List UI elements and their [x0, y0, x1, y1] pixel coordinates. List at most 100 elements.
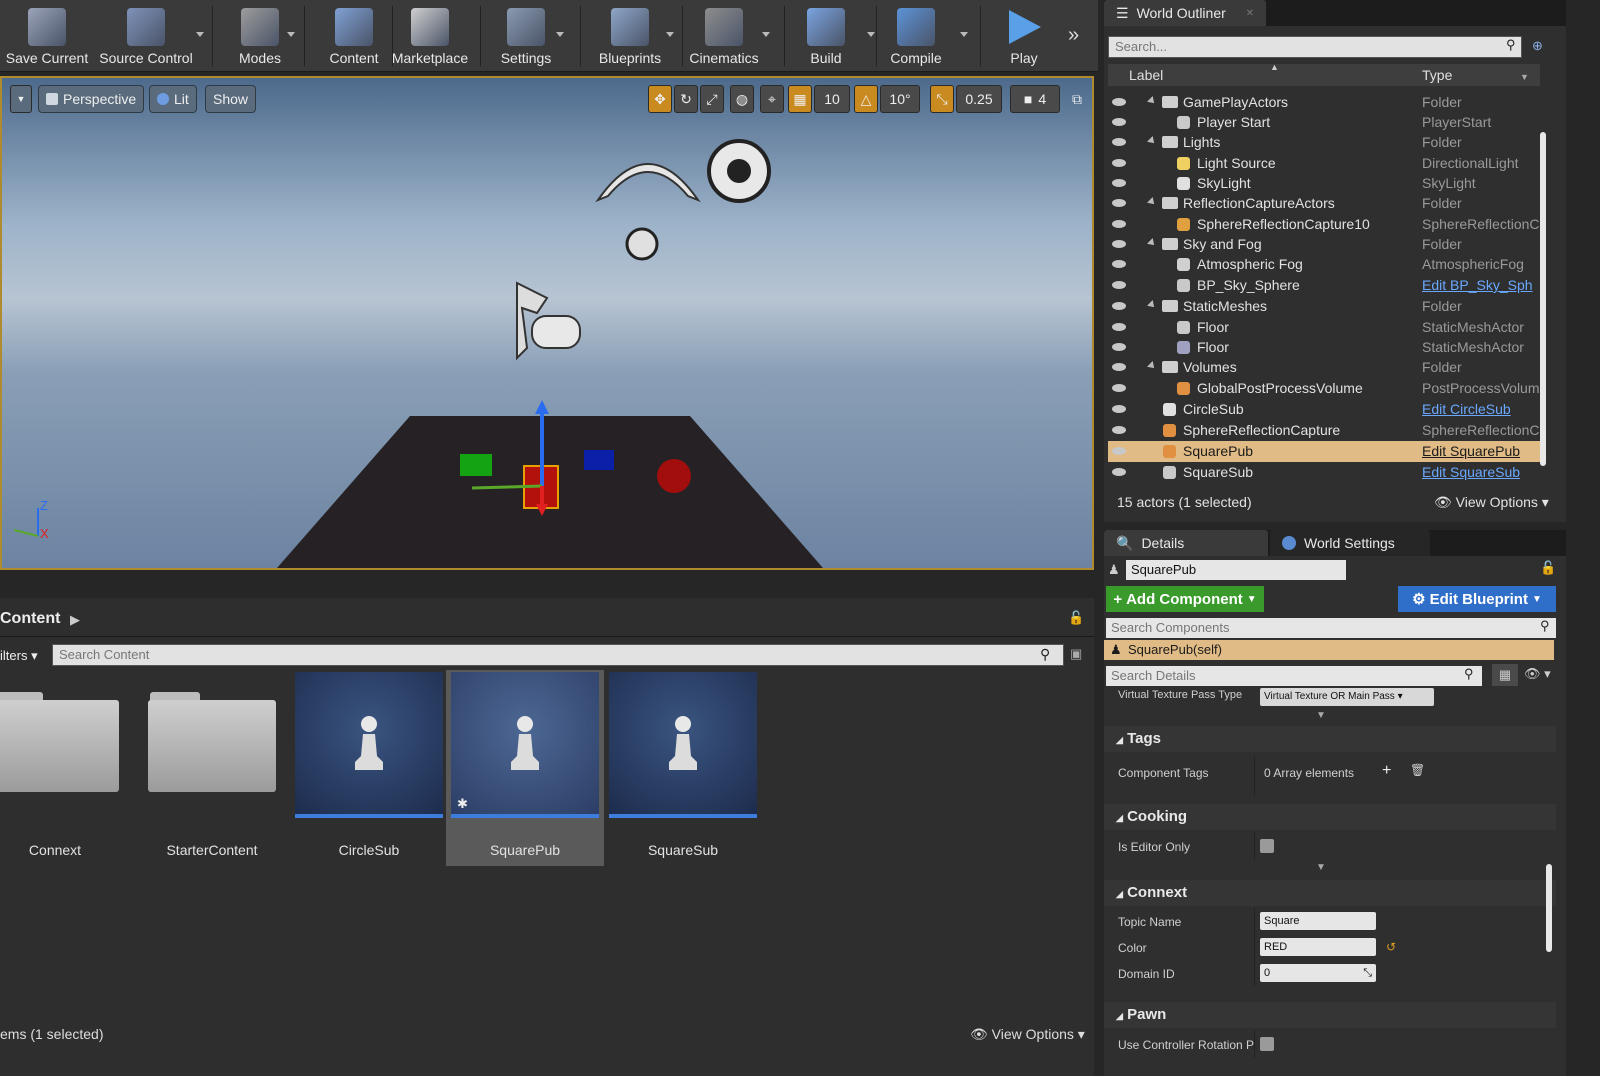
visibility-eye-icon[interactable]: [1112, 138, 1126, 146]
source-control-button[interactable]: Source Control: [96, 0, 196, 72]
search-icon[interactable]: ⚲: [1040, 646, 1050, 663]
tab-world-outliner[interactable]: ☰ World Outliner ✕: [1104, 0, 1267, 26]
dropdown-arrow-icon[interactable]: [762, 32, 770, 37]
visibility-eye-icon[interactable]: [1112, 468, 1126, 476]
outliner-row[interactable]: SquareSub Edit SquareSub: [1108, 462, 1540, 483]
outliner-row[interactable]: Floor StaticMeshActor: [1108, 337, 1540, 358]
outliner-row[interactable]: Light Source DirectionalLight: [1108, 153, 1540, 174]
search-components-input[interactable]: Search Components: [1106, 618, 1556, 638]
expand-arrow-icon[interactable]: [1147, 96, 1157, 106]
edit-blueprint-link[interactable]: Edit SquareSub: [1422, 462, 1540, 482]
content-path[interactable]: Content: [0, 610, 60, 628]
outliner-search-icon[interactable]: ⚲: [1506, 37, 1516, 53]
visibility-eye-icon[interactable]: [1112, 426, 1126, 434]
outliner-scrollbar[interactable]: [1540, 132, 1546, 466]
visibility-eye-icon[interactable]: [1112, 199, 1126, 207]
visibility-eye-icon[interactable]: [1112, 343, 1126, 351]
folder-tile[interactable]: Connext: [0, 670, 134, 866]
outliner-search-input[interactable]: Search...: [1108, 36, 1522, 58]
details-lock-icon[interactable]: 🔓: [1540, 560, 1556, 576]
lock-icon[interactable]: 🔓: [1068, 610, 1084, 626]
visibility-eye-icon[interactable]: [1112, 98, 1126, 106]
edit-blueprint-link[interactable]: Edit BP_Sky_Sph: [1422, 275, 1540, 295]
visibility-filter-icon[interactable]: 👁 ▾: [1524, 666, 1551, 682]
visibility-eye-icon[interactable]: [1112, 323, 1126, 331]
add-element-icon[interactable]: +: [1382, 762, 1391, 780]
build-button[interactable]: Build: [776, 0, 876, 72]
path-chevron-icon[interactable]: ▶: [70, 612, 80, 628]
blueprints-button[interactable]: Blueprints: [580, 0, 680, 72]
visibility-eye-icon[interactable]: [1112, 405, 1126, 413]
expand-arrow-icon[interactable]: [1147, 136, 1157, 146]
outliner-row[interactable]: StaticMeshes Folder: [1108, 296, 1540, 317]
outliner-row[interactable]: SphereReflectionCapture SphereReflectionC…: [1108, 420, 1540, 441]
drag-spin-icon[interactable]: ⤡: [1363, 964, 1372, 982]
outliner-row[interactable]: ReflectionCaptureActors Folder: [1108, 193, 1540, 214]
expand-arrow-icon[interactable]: [1147, 300, 1157, 310]
blueprint-asset-tile[interactable]: SquareSub: [604, 670, 762, 866]
edit-blueprint-link[interactable]: Edit CircleSub: [1422, 399, 1540, 419]
visibility-eye-icon[interactable]: [1112, 240, 1126, 248]
editor-only-checkbox[interactable]: [1260, 839, 1274, 853]
actor-name-field[interactable]: SquarePub: [1126, 560, 1346, 580]
details-search-icon[interactable]: ⚲: [1464, 666, 1474, 682]
category-connext[interactable]: ◢ Connext: [1104, 880, 1556, 906]
trash-icon[interactable]: 🗑: [1410, 763, 1425, 777]
visibility-eye-icon[interactable]: [1112, 281, 1126, 289]
type-column-header[interactable]: Type: [1422, 67, 1452, 83]
category-pawn[interactable]: ◢ Pawn: [1104, 1002, 1556, 1028]
dropdown-arrow-icon[interactable]: [666, 32, 674, 37]
folder-tile[interactable]: StarterContent: [133, 670, 291, 866]
expand-arrow-icon[interactable]: [1147, 238, 1157, 248]
property-matrix-icon[interactable]: ▦: [1492, 664, 1518, 686]
details-scrollbar[interactable]: [1546, 864, 1552, 952]
visibility-eye-icon[interactable]: [1112, 220, 1126, 228]
outliner-row[interactable]: Volumes Folder: [1108, 357, 1540, 378]
self-component-row[interactable]: ♟ SquarePub(self): [1104, 640, 1554, 660]
compile-button[interactable]: Compile: [866, 0, 966, 72]
toolbar-overflow-icon[interactable]: »: [1068, 24, 1079, 47]
category-tags[interactable]: ◢ Tags: [1104, 726, 1556, 752]
outliner-row[interactable]: GamePlayActors Folder: [1108, 92, 1540, 113]
visibility-eye-icon[interactable]: [1112, 302, 1126, 310]
marketplace-button[interactable]: Marketplace: [380, 0, 480, 72]
category-cooking[interactable]: ◢ Cooking: [1104, 804, 1556, 830]
type-dropdown-icon[interactable]: ▼: [1520, 72, 1529, 82]
outliner-row[interactable]: Atmospheric Fog AtmosphericFog: [1108, 254, 1540, 275]
search-details-input[interactable]: Search Details: [1106, 666, 1482, 686]
outliner-row[interactable]: BP_Sky_Sphere Edit BP_Sky_Sph: [1108, 275, 1540, 296]
outliner-row[interactable]: SquarePub Edit SquarePub: [1108, 441, 1540, 462]
visibility-eye-icon[interactable]: [1112, 363, 1126, 371]
dropdown-arrow-icon[interactable]: [960, 32, 968, 37]
topic-name-input[interactable]: Square: [1260, 912, 1376, 930]
expand-arrow-icon[interactable]: [1147, 197, 1157, 207]
label-column-header[interactable]: Label: [1129, 67, 1163, 83]
blueprint-asset-tile[interactable]: ✱ SquarePub: [446, 670, 604, 866]
vt-pass-dropdown[interactable]: Virtual Texture OR Main Pass ▾: [1260, 688, 1434, 706]
modes-button[interactable]: Modes: [210, 0, 310, 72]
dropdown-arrow-icon[interactable]: [556, 32, 564, 37]
save-search-icon[interactable]: ▣: [1070, 646, 1082, 662]
visibility-eye-icon[interactable]: [1112, 179, 1126, 187]
edit-blueprint-link[interactable]: Edit SquarePub: [1422, 441, 1540, 461]
dropdown-arrow-icon[interactable]: [287, 32, 295, 37]
blueprint-asset-tile[interactable]: CircleSub: [290, 670, 448, 866]
outliner-row[interactable]: SphereReflectionCapture10 SphereReflectio…: [1108, 214, 1540, 235]
color-input[interactable]: RED: [1260, 938, 1376, 956]
expand-advanced-icon[interactable]: ▼: [1316, 710, 1326, 721]
outliner-row[interactable]: CircleSub Edit CircleSub: [1108, 399, 1540, 420]
save-current-button[interactable]: Save Current: [0, 0, 97, 72]
components-search-icon[interactable]: ⚲: [1540, 618, 1550, 634]
outliner-row[interactable]: Lights Folder: [1108, 132, 1540, 153]
visibility-eye-icon[interactable]: [1112, 159, 1126, 167]
content-view-options-button[interactable]: 👁 View Options ▾: [970, 1026, 1085, 1043]
visibility-eye-icon[interactable]: [1112, 260, 1126, 268]
tab-world-settings[interactable]: World Settings: [1270, 530, 1430, 556]
filters-button[interactable]: ilters ▾: [0, 648, 38, 664]
add-component-button[interactable]: + Add Component ▼: [1106, 586, 1264, 612]
content-search-input[interactable]: Search Content: [52, 644, 1064, 666]
visibility-eye-icon[interactable]: [1112, 447, 1126, 455]
visibility-eye-icon[interactable]: [1112, 118, 1126, 126]
level-viewport[interactable]: ▼ Perspective Lit Show ✥ ↻ ⤢ ◍ ⌖ ▦ 10 △ …: [0, 76, 1094, 570]
outliner-row[interactable]: GlobalPostProcessVolume PostProcessVolum: [1108, 378, 1540, 399]
